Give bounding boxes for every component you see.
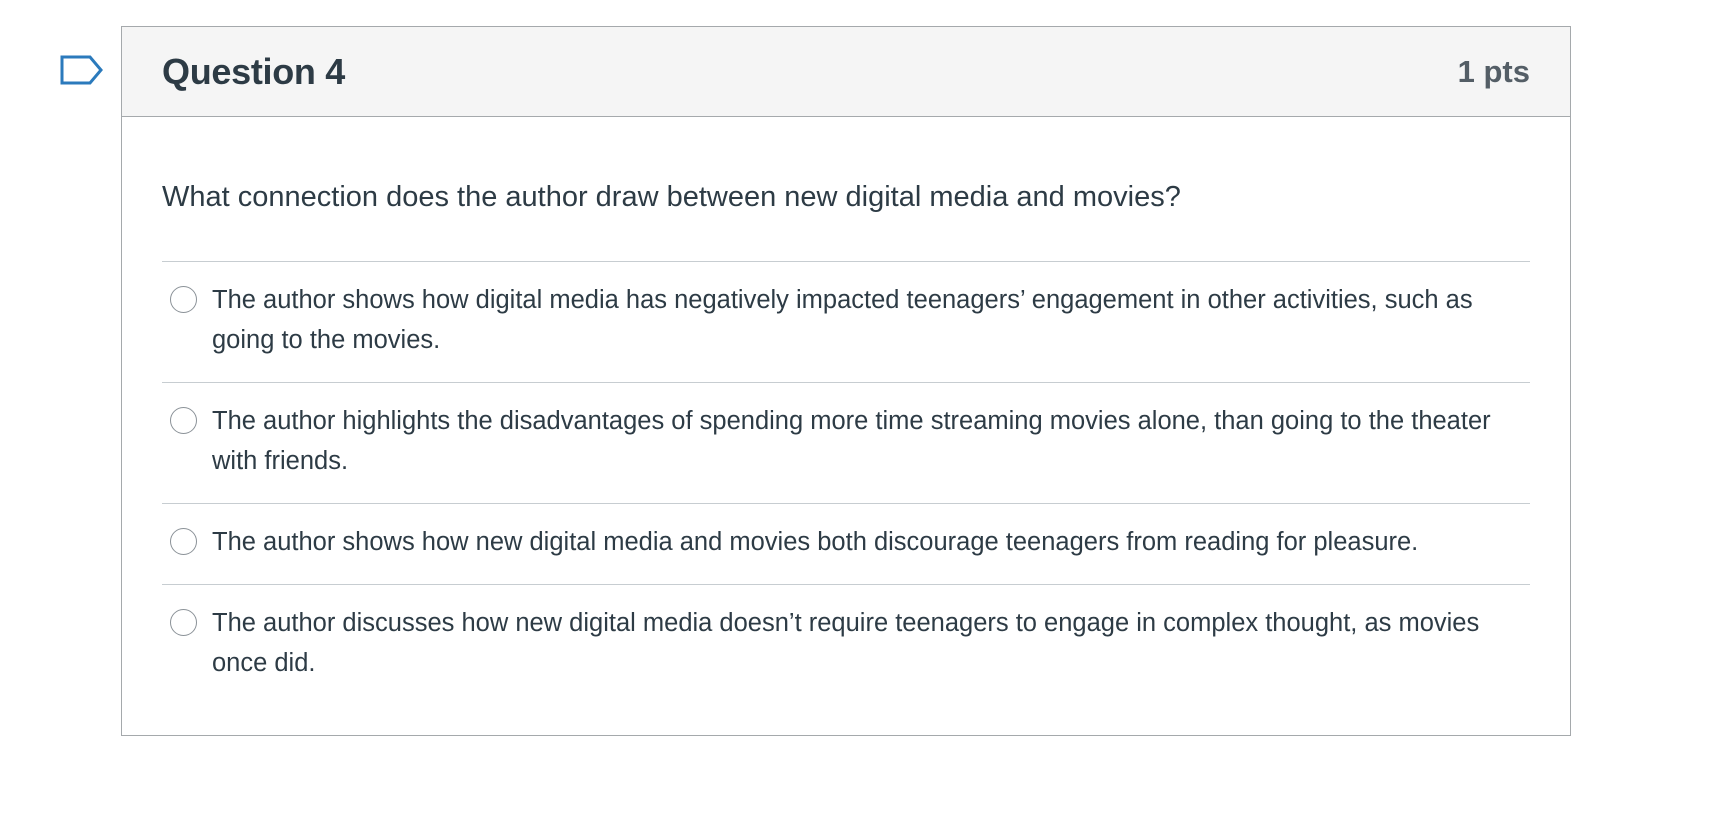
answer-list: The author shows how digital media has n… xyxy=(162,260,1530,705)
answer-label: The author shows how digital media has n… xyxy=(212,285,1473,354)
answer-label: The author discusses how new digital med… xyxy=(212,608,1480,677)
question-text: What connection does the author draw bet… xyxy=(162,181,1181,213)
question-card: Question 4 1 pts What connection does th… xyxy=(121,26,1571,736)
question-body: What connection does the author draw bet… xyxy=(122,117,1570,705)
question-title: Question 4 xyxy=(162,50,346,92)
radio-unselected-icon[interactable] xyxy=(170,406,197,434)
flag-question-icon-svg xyxy=(60,55,103,85)
answer-option-4[interactable]: The author discusses how new digital med… xyxy=(162,585,1530,705)
answer-label: The author highlights the disadvantages … xyxy=(212,406,1491,475)
radio-unselected-icon[interactable] xyxy=(170,285,197,313)
answer-option-3[interactable]: The author shows how new digital media a… xyxy=(162,504,1530,585)
radio-unselected-icon[interactable] xyxy=(170,608,197,636)
question-points: 1 pts xyxy=(1457,53,1530,89)
answer-label: The author shows how new digital media a… xyxy=(212,527,1419,556)
radio-unselected-icon[interactable] xyxy=(170,527,197,555)
flag-question-icon[interactable] xyxy=(60,55,104,85)
question-header: Question 4 1 pts xyxy=(122,27,1570,117)
answer-option-1[interactable]: The author shows how digital media has n… xyxy=(162,262,1530,383)
answer-option-2[interactable]: The author highlights the disadvantages … xyxy=(162,383,1530,504)
